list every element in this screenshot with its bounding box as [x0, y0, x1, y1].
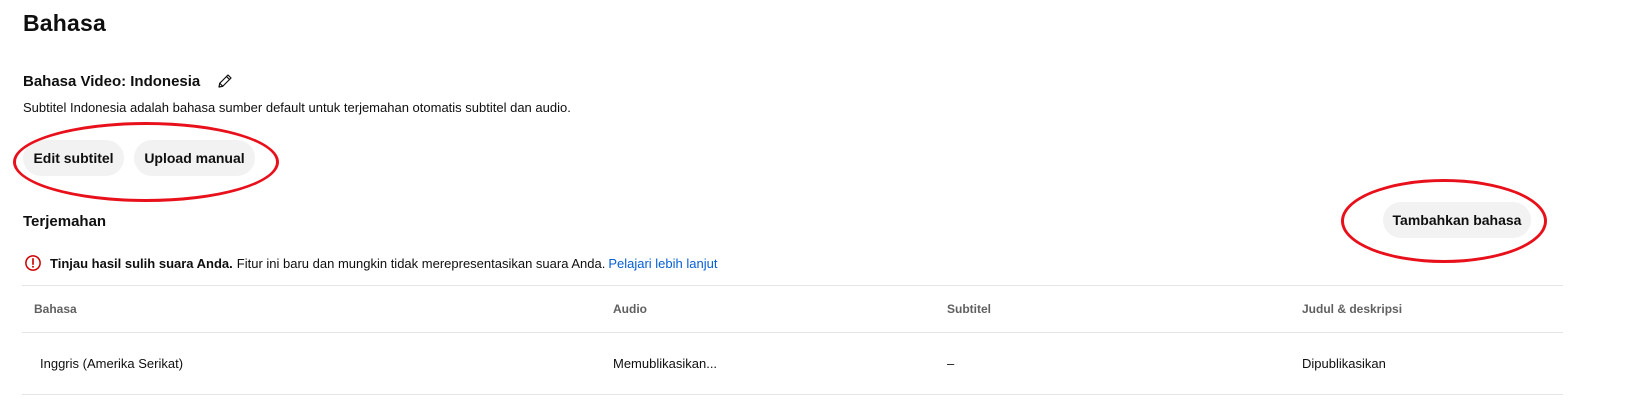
language-page: Bahasa Bahasa Video: Indonesia Subtitel … — [0, 0, 1629, 419]
row-language: Inggris (Amerika Serikat) — [40, 356, 184, 371]
header-title-description: Judul & deskripsi — [1302, 302, 1403, 316]
learn-more-link[interactable]: Pelajari lebih lanjut — [608, 256, 717, 271]
notice-text: Fitur ini baru dan mungkin tidak merepre… — [236, 255, 606, 271]
translations-title: Terjemahan — [23, 213, 107, 230]
dubbing-notice: Tinjau hasil sulih suara Anda. Fitur ini… — [24, 254, 717, 272]
video-language-row: Bahasa Video: Indonesia — [23, 70, 236, 92]
edit-subtitle-button[interactable]: Edit subtitel — [23, 140, 124, 176]
row-subtitle-status[interactable]: – — [947, 333, 954, 394]
table-header-row: Bahasa Audio Subtitel Judul & deskripsi — [22, 286, 1563, 332]
video-language-description: Subtitel Indonesia adalah bahasa sumber … — [23, 100, 571, 115]
table-row[interactable]: Inggris (Amerika Serikat) Memublikasikan… — [22, 333, 1563, 394]
translations-table: Bahasa Audio Subtitel Judul & deskripsi … — [22, 285, 1563, 395]
row-audio-status[interactable]: Memublikasikan... — [613, 333, 717, 394]
header-subtitle: Subtitel — [947, 302, 991, 316]
video-language-label: Bahasa Video: Indonesia — [23, 72, 201, 90]
row-title-description-status[interactable]: Dipublikasikan — [1302, 333, 1386, 394]
header-language: Bahasa — [34, 302, 77, 316]
notice-strong-text: Tinjau hasil sulih suara Anda. — [50, 255, 233, 271]
header-audio: Audio — [613, 302, 647, 316]
alert-circle-icon — [24, 254, 42, 272]
upload-manual-button[interactable]: Upload manual — [134, 140, 255, 176]
pencil-icon[interactable] — [214, 70, 236, 92]
table-divider — [22, 394, 1563, 395]
page-title: Bahasa — [23, 10, 107, 36]
add-language-button[interactable]: Tambahkan bahasa — [1383, 202, 1531, 238]
